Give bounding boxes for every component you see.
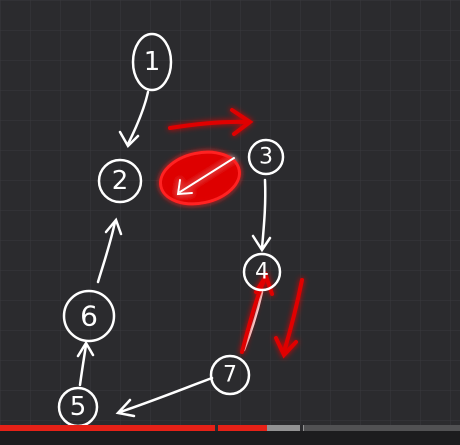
node-3-label: 3 xyxy=(259,145,273,170)
node-6-label: 6 xyxy=(80,300,98,333)
node-7-label: 7 xyxy=(223,363,237,388)
node-2-label: 2 xyxy=(112,166,129,196)
whiteboard-canvas: 1 2 3 4 5 6 7 xyxy=(0,0,460,445)
node-1-label: 1 xyxy=(144,47,161,77)
video-control-bar xyxy=(0,431,460,445)
graph-diagram: 1 2 3 4 5 6 7 xyxy=(0,0,460,425)
node-4-label: 4 xyxy=(255,260,269,285)
grid-background xyxy=(0,0,460,425)
node-5-label: 5 xyxy=(70,392,87,422)
